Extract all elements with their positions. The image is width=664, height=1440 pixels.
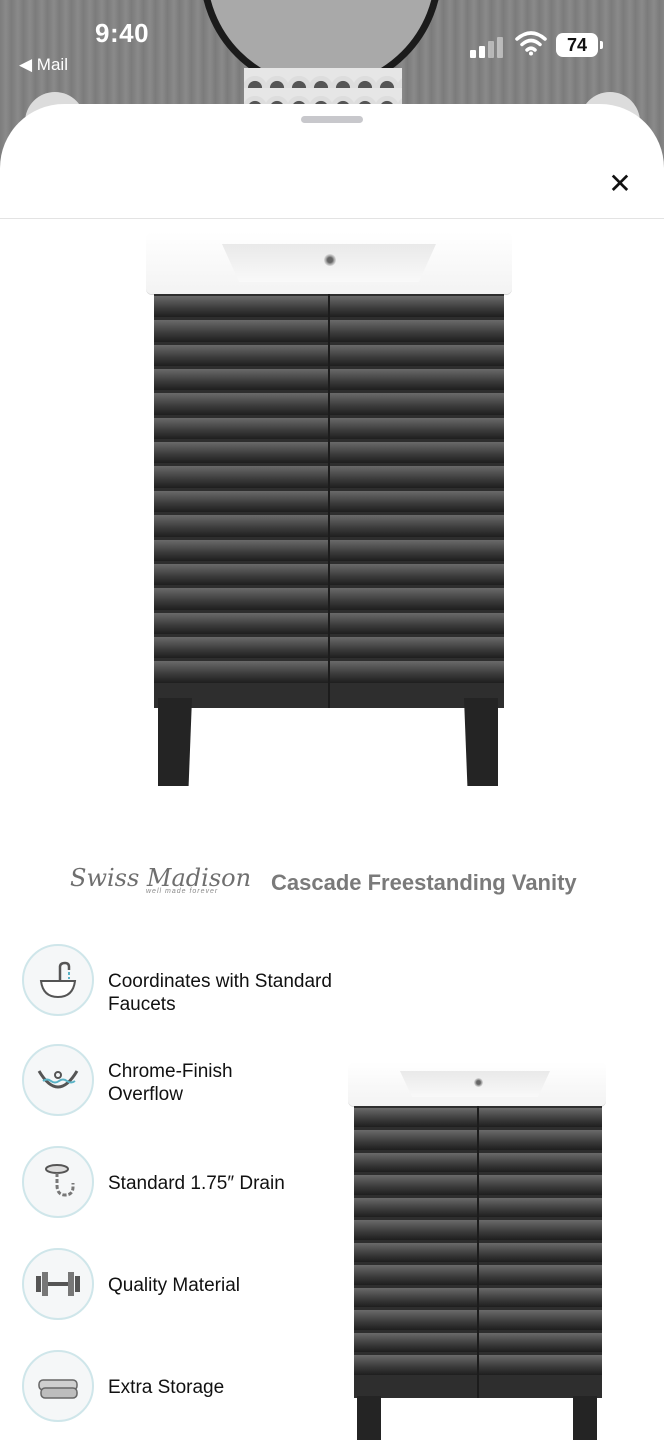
- status-bar: 9:40 ◀ Mail 74: [0, 0, 664, 90]
- close-button[interactable]: ✕: [600, 164, 640, 204]
- drain: [324, 254, 336, 266]
- feature-label: Quality Material: [108, 1275, 240, 1296]
- brand-tagline: well made forever: [146, 888, 219, 895]
- right-leg: [573, 1396, 597, 1440]
- header-divider: [0, 218, 664, 219]
- battery-icon: 74: [556, 33, 603, 57]
- feature-item: Extra Storage: [22, 1350, 352, 1424]
- left-leg: [357, 1396, 381, 1440]
- status-time: 9:40: [95, 18, 150, 48]
- feature-label: Extra Storage: [108, 1377, 225, 1398]
- battery-level: 74: [566, 35, 588, 55]
- sheet-grabber[interactable]: [301, 116, 363, 123]
- feature-label: Chrome-Finish Overflow: [108, 1061, 233, 1105]
- feature-label: Coordinates with Standard Faucets: [108, 971, 332, 1015]
- sink-faucet-icon: [22, 944, 94, 1016]
- product-headline: Swiss Madison well made forever Cascade …: [70, 862, 630, 902]
- drain: [474, 1078, 483, 1087]
- back-to-app-link[interactable]: ◀ Mail: [19, 55, 68, 75]
- product-title: Cascade Freestanding Vanity: [271, 870, 577, 895]
- left-leg: [158, 698, 192, 786]
- right-leg: [464, 698, 498, 786]
- door-seam: [477, 1106, 479, 1398]
- cabinet-body: [354, 1106, 602, 1398]
- cellular-signal-icon: [470, 36, 506, 58]
- vanity-image-main: [146, 232, 512, 788]
- towel-icon: [22, 1350, 94, 1422]
- feature-item: Chrome-Finish Overflow: [22, 1044, 352, 1118]
- cabinet-body: [154, 294, 504, 708]
- wifi-icon: [515, 31, 547, 56]
- drain-icon: [22, 1146, 94, 1218]
- dumbbell-icon: [22, 1248, 94, 1320]
- feature-item: Coordinates with Standard Faucets: [22, 944, 352, 1018]
- feature-label: Standard 1.75″ Drain: [108, 1173, 285, 1194]
- vanity-image-secondary: [348, 1062, 606, 1440]
- feature-item: Quality Material: [22, 1248, 352, 1322]
- feature-item: Standard 1.75″ Drain: [22, 1146, 352, 1220]
- back-app-label: Mail: [36, 55, 68, 74]
- overflow-icon: [22, 1044, 94, 1116]
- door-seam: [328, 294, 330, 708]
